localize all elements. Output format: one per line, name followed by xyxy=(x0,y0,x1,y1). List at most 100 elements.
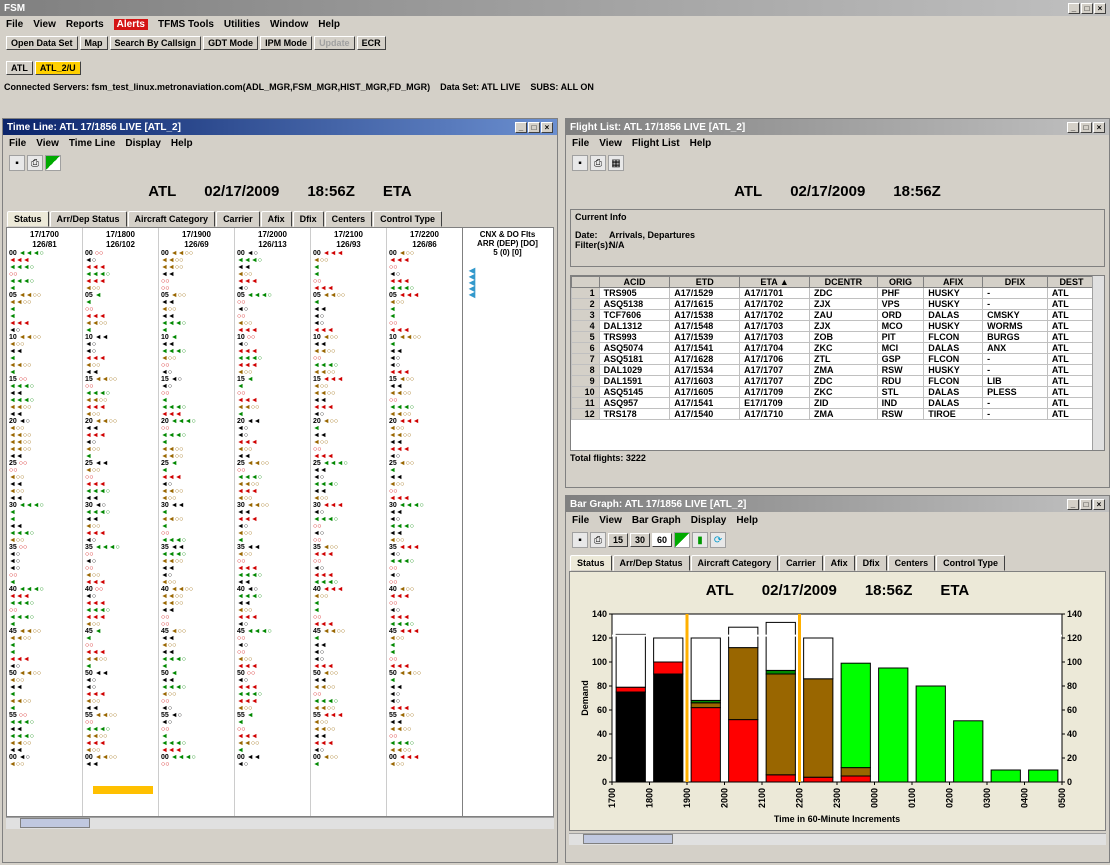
flight-glyph[interactable]: ○○ xyxy=(235,313,310,320)
flight-glyph[interactable]: ◄◄◄ xyxy=(83,432,158,439)
flight-glyph[interactable]: 45 ◄◄◄ xyxy=(387,628,462,635)
flight-glyph[interactable]: ◄○○ xyxy=(235,446,310,453)
flight-glyph[interactable]: 30 ◄◄◄○ xyxy=(7,502,82,509)
flight-glyph[interactable]: ◄○○ xyxy=(387,635,462,642)
flight-glyph[interactable]: ◄◄◄ xyxy=(311,404,386,411)
flight-glyph[interactable]: ◄◄◄○ xyxy=(159,320,234,327)
table-row[interactable]: 10 ASQ5145 A17/1605 A17/1709 ZKC STL DALAS PLES… xyxy=(571,386,1097,398)
flight-glyph[interactable]: ◄○○ xyxy=(83,698,158,705)
flight-glyph[interactable]: ◄◄◄○ xyxy=(83,271,158,278)
flight-glyph[interactable]: ◄◄◄○ xyxy=(387,404,462,411)
flight-glyph[interactable]: ◄◄◄○ xyxy=(159,432,234,439)
flight-glyph[interactable]: ◄◄○○ xyxy=(311,348,386,355)
flight-glyph[interactable]: 05 ◄◄○○ xyxy=(311,292,386,299)
flight-glyph[interactable]: ◄○ xyxy=(311,656,386,663)
flight-glyph[interactable]: ◄ xyxy=(7,579,82,586)
flight-glyph[interactable]: ◄○○ xyxy=(83,621,158,628)
flight-glyph[interactable]: ○○ xyxy=(311,614,386,621)
flight-glyph[interactable]: 40 ◄◄◄○ xyxy=(7,586,82,593)
print-icon[interactable]: ⎙ xyxy=(590,155,606,171)
bg-tab-dfix[interactable]: Dfix xyxy=(855,555,887,571)
flight-glyph[interactable]: ◄◄◄○ xyxy=(235,593,310,600)
table-row[interactable]: 8 DAL1029 A17/1534 A17/1707 ZMA RSW HUSKY - ATL xyxy=(571,364,1097,376)
table-row[interactable]: 5 TRS993 A17/1539 A17/1703 ZOB PIT FLCON BURGS A… xyxy=(571,331,1097,343)
table-row[interactable]: 11 ASQ957 A17/1541 E17/1709 ZID IND DALAS - ATL xyxy=(571,397,1097,409)
flight-glyph[interactable]: ◄◄◄ xyxy=(311,740,386,747)
table-columns-icon[interactable]: ▦ xyxy=(608,155,624,171)
flight-glyph[interactable]: ○○ xyxy=(7,572,82,579)
flight-glyph[interactable]: 00 ◄◄ xyxy=(235,754,310,761)
flight-glyph[interactable]: ◄◄◄○ xyxy=(159,740,234,747)
flight-glyph[interactable]: 20 ◄◄○○ xyxy=(83,418,158,425)
flight-glyph[interactable]: 15 ◄○ xyxy=(159,376,234,383)
flight-glyph[interactable]: ◄◄○○ xyxy=(159,488,234,495)
flight-glyph[interactable]: ○○ xyxy=(83,565,158,572)
bg-tab-aircraft[interactable]: Aircraft Category xyxy=(690,555,779,571)
flight-glyph[interactable]: ○○ xyxy=(159,614,234,621)
flight-glyph[interactable]: ◄◄◄○ xyxy=(159,684,234,691)
flight-glyph[interactable]: ◄ xyxy=(235,537,310,544)
flight-glyph[interactable]: ◄ xyxy=(387,306,462,313)
print-icon[interactable]: ⎙ xyxy=(27,155,43,171)
flight-glyph[interactable]: ◄◄○○ xyxy=(235,481,310,488)
menu-utilities[interactable]: Utilities xyxy=(224,19,260,30)
maximize-icon[interactable]: □ xyxy=(528,121,540,133)
flight-glyph[interactable]: ◄○○ xyxy=(159,355,234,362)
flight-glyph[interactable]: ◄ xyxy=(387,313,462,320)
flight-glyph[interactable]: ◄ xyxy=(311,264,386,271)
flight-glyph[interactable]: ◄ xyxy=(311,271,386,278)
flight-glyph[interactable]: ◄ xyxy=(387,677,462,684)
flight-glyph[interactable]: ○○ xyxy=(387,656,462,663)
flight-glyph[interactable]: ◄◄○○ xyxy=(159,558,234,565)
flight-glyph[interactable]: ◄○ xyxy=(387,698,462,705)
flight-glyph[interactable]: ◄ xyxy=(83,327,158,334)
flight-glyph[interactable]: 10 ◄ xyxy=(159,334,234,341)
flight-glyph[interactable]: ◄◄◄ xyxy=(235,397,310,404)
flight-glyph[interactable]: ◄◄○○ xyxy=(311,705,386,712)
flight-glyph[interactable]: ◄◄◄○ xyxy=(159,551,234,558)
fl-menu-view[interactable]: View xyxy=(599,138,622,149)
flight-glyph[interactable]: ◄○○ xyxy=(83,747,158,754)
fl-menu-file[interactable]: File xyxy=(572,138,589,149)
flight-glyph[interactable]: 10 ◄○○ xyxy=(311,334,386,341)
flight-glyph[interactable]: ◄◄◄○ xyxy=(7,614,82,621)
flight-glyph[interactable]: ◄◄◄○ xyxy=(387,523,462,530)
flight-glyph[interactable]: ◄○○ xyxy=(83,411,158,418)
flight-glyph[interactable]: ◄○○ xyxy=(311,593,386,600)
flight-glyph[interactable]: 10 ◄◄○○ xyxy=(7,334,82,341)
menu-tfms-tools[interactable]: TFMS Tools xyxy=(158,19,214,30)
flight-glyph[interactable]: ◄◄○○ xyxy=(83,733,158,740)
flight-glyph[interactable]: ◄ xyxy=(7,369,82,376)
flight-glyph[interactable]: ◄◄◄ xyxy=(83,740,158,747)
save-icon[interactable]: ▪ xyxy=(9,155,25,171)
flight-glyph[interactable]: ◄◄◄ xyxy=(387,369,462,376)
flight-glyph[interactable]: 05 ◄◄◄ xyxy=(387,292,462,299)
flight-glyph[interactable]: ◄◄◄○ xyxy=(311,579,386,586)
flight-glyph[interactable]: ◄○ xyxy=(7,565,82,572)
flight-glyph[interactable]: ◄◄◄ xyxy=(83,579,158,586)
flight-glyph[interactable]: ◄◄ xyxy=(159,341,234,348)
table-row[interactable]: 3 TCF7606 A17/1538 A17/1702 ZAU ORD DALAS CMSKY… xyxy=(571,309,1097,321)
flight-glyph[interactable]: ◄◄◄ xyxy=(387,593,462,600)
close-icon[interactable]: × xyxy=(541,121,553,133)
flight-glyph[interactable]: 40 ◄◄◄ xyxy=(311,586,386,593)
bg-menu-bargraph[interactable]: Bar Graph xyxy=(632,515,681,526)
flight-glyph[interactable]: ◄◄◄ xyxy=(83,355,158,362)
flight-glyph[interactable]: ◄◄○○ xyxy=(311,684,386,691)
flight-glyph[interactable]: ◄◄ xyxy=(387,684,462,691)
flight-glyph[interactable]: ◄◄◄ xyxy=(83,600,158,607)
flight-glyph[interactable]: 40 ◄◄○○ xyxy=(159,586,234,593)
col-header[interactable]: DEST xyxy=(1046,276,1097,288)
flight-glyph[interactable]: 50 ◄○○ xyxy=(311,670,386,677)
flight-glyph[interactable]: ◄ xyxy=(159,733,234,740)
flight-glyph[interactable]: 30 ◄◄○○ xyxy=(235,502,310,509)
flight-glyph[interactable]: 50 ◄◄ xyxy=(83,670,158,677)
flight-glyph[interactable]: ◄ xyxy=(311,607,386,614)
flight-glyph[interactable]: ◄ xyxy=(235,719,310,726)
flight-glyph[interactable]: ◄○○ xyxy=(311,257,386,264)
flight-glyph[interactable]: ◄○ xyxy=(311,509,386,516)
flight-glyph[interactable]: ◄ xyxy=(83,635,158,642)
flight-glyph[interactable]: ◄◄ xyxy=(159,565,234,572)
flight-glyph[interactable]: 00 ◄◄○○ xyxy=(83,754,158,761)
flight-glyph[interactable]: ◄○○ xyxy=(311,719,386,726)
